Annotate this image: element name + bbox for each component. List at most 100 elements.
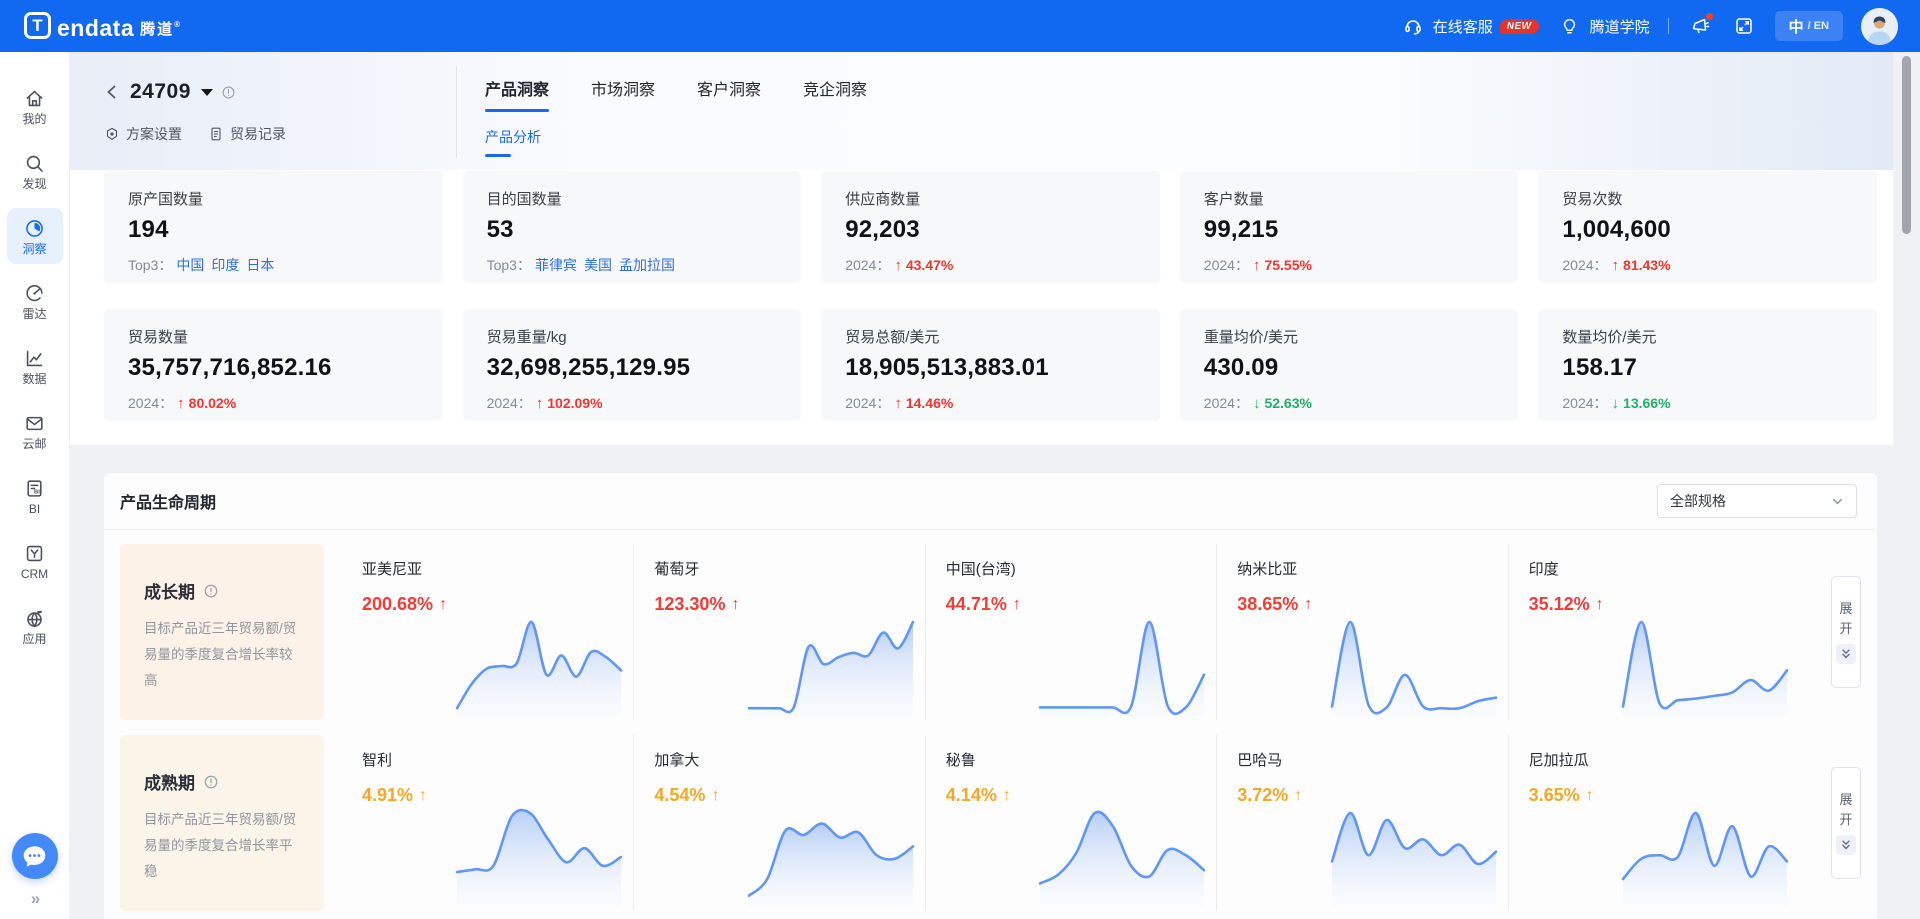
sidebar-item-bi[interactable]: BI BI: [7, 468, 63, 524]
lang-en: / EN: [1808, 20, 1829, 32]
lifecycle-country-card[interactable]: 加拿大 4.54% ↑: [633, 735, 924, 911]
top3-country-link[interactable]: 印度: [211, 255, 239, 275]
lifecycle-country-card[interactable]: 亚美尼亚 200.68% ↑: [342, 544, 633, 720]
tab-客户洞察[interactable]: 客户洞察: [697, 76, 761, 112]
stats-section: 原产国数量 194 Top3：中国印度日本 目的国数量 53 Top3：菲律宾美…: [70, 170, 1893, 445]
lifecycle-row-成熟期: 成熟期 目标产品近三年贸易额/贸易量的季度复合增长率平稳 智利 4.91% ↑ …: [120, 735, 1861, 911]
lifecycle-country-card[interactable]: 尼加拉瓜 3.65% ↑: [1508, 735, 1799, 911]
tab-产品洞察[interactable]: 产品洞察: [485, 76, 549, 112]
sidebar-item-insight[interactable]: 洞察: [7, 208, 63, 264]
growth-rate-value: 3.65%: [1529, 785, 1580, 806]
sidebar-item-apps[interactable]: 应用: [7, 598, 63, 654]
sparkline-chart: [1328, 791, 1500, 909]
stat-card: 贸易数量 35,757,716,852.16 2024：↑80.02%: [104, 309, 443, 421]
sidebar-item-label: 洞察: [22, 243, 46, 255]
stat-title: 重量均价/美元: [1204, 326, 1495, 347]
stat-value: 194: [128, 216, 419, 244]
top3-country-link[interactable]: 中国: [176, 255, 204, 275]
tab-竞企洞察[interactable]: 竞企洞察: [803, 76, 867, 112]
tab-label: 竞企洞察: [803, 82, 867, 99]
expand-button[interactable]: 展 开: [1831, 576, 1861, 688]
page-scrollbar-track[interactable]: [1893, 52, 1920, 919]
growth-rate-value: 38.65%: [1237, 594, 1298, 615]
stat-value: 35,757,716,852.16: [128, 354, 419, 382]
lifecycle-country-card[interactable]: 中国(台湾) 44.71% ↑: [925, 544, 1216, 720]
stage-info-icon[interactable]: [203, 774, 219, 790]
up-arrow-icon: ↑: [439, 596, 447, 614]
academy-link[interactable]: 腾道学院: [1557, 13, 1650, 39]
tendata-logo[interactable]: T endata 腾道®: [24, 12, 182, 40]
up-arrow-icon: ↑: [1013, 596, 1021, 614]
tab-市场洞察[interactable]: 市场洞察: [591, 76, 655, 112]
lifecycle-country-card[interactable]: 纳米比亚 38.65% ↑: [1216, 544, 1507, 720]
up-arrow-icon: ↑: [894, 257, 902, 274]
stage-info-icon[interactable]: [203, 583, 219, 599]
top3-country-link[interactable]: 菲律宾: [535, 255, 577, 275]
language-toggle[interactable]: 中 / EN: [1775, 11, 1843, 41]
stat-footer-label: 2024：: [845, 255, 890, 275]
tab-label: 产品洞察: [485, 82, 549, 99]
plan-settings-button[interactable]: 方案设置: [104, 124, 182, 144]
spec-filter-value: 全部规格: [1670, 491, 1726, 511]
country-name: 亚美尼亚: [362, 558, 633, 579]
announcements-icon[interactable]: [1687, 13, 1713, 39]
stage-name: 成熟期: [144, 769, 195, 794]
sidebar-item-cloudmail[interactable]: 云邮: [7, 403, 63, 459]
expand-button[interactable]: 展 开: [1831, 767, 1861, 879]
sidebar-item-radar[interactable]: 雷达: [7, 273, 63, 329]
chat-support-button[interactable]: [12, 833, 58, 879]
top-navbar: T endata 腾道® 在线客服 NEW 腾: [0, 0, 1920, 52]
sidebar-item-discover[interactable]: 发现: [7, 143, 63, 199]
lifecycle-country-card[interactable]: 智利 4.91% ↑: [342, 735, 633, 911]
lifecycle-country-card[interactable]: 秘鲁 4.14% ↑: [925, 735, 1216, 911]
stat-footer: 2024：↑43.47%: [845, 255, 1136, 275]
country-name: 加拿大: [654, 749, 924, 770]
stat-footer-label: Top3：: [487, 255, 531, 275]
trade-records-button[interactable]: 贸易记录: [208, 124, 286, 144]
country-name: 巴哈马: [1237, 749, 1507, 770]
lifecycle-country-card[interactable]: 巴哈马 3.72% ↑: [1216, 735, 1507, 911]
growth-rate-value: 4.14%: [946, 785, 997, 806]
sidebar-item-crm[interactable]: CRM: [7, 533, 63, 589]
growth-rate-value: 35.12%: [1529, 594, 1590, 615]
notification-dot: [1706, 13, 1713, 20]
lightbulb-icon: [1557, 13, 1583, 39]
expand-char-1: 展: [1839, 791, 1852, 808]
stage-description: 目标产品近三年贸易额/贸易量的季度复合增长率较高: [144, 616, 302, 694]
sidebar-item-home[interactable]: 我的: [7, 78, 63, 134]
plan-id[interactable]: 24709: [130, 80, 191, 104]
growth-rate-value: 3.72%: [1237, 785, 1288, 806]
sparkline-chart: [1619, 791, 1791, 909]
expand-char-2: 开: [1839, 811, 1852, 828]
user-avatar[interactable]: [1861, 8, 1898, 45]
stat-value: 1,004,600: [1562, 216, 1853, 244]
sidebar-item-data[interactable]: 数据: [7, 338, 63, 394]
yoy-delta-value: 75.55%: [1264, 257, 1311, 273]
top3-country-link[interactable]: 日本: [246, 255, 274, 275]
subtab-product-analysis[interactable]: 产品分析: [485, 127, 541, 147]
spec-filter-select[interactable]: 全部规格: [1657, 484, 1857, 518]
page-scrollbar-thumb[interactable]: [1902, 56, 1911, 234]
sidebar-collapse-button[interactable]: »: [31, 889, 38, 909]
stat-footer: Top3：菲律宾美国孟加拉国: [487, 255, 778, 275]
stat-title: 数量均价/美元: [1562, 326, 1853, 347]
growth-rate-value: 123.30%: [654, 594, 725, 615]
back-icon[interactable]: [104, 83, 122, 101]
plan-info-icon[interactable]: [221, 85, 236, 100]
top3-country-link[interactable]: 美国: [584, 255, 612, 275]
lifecycle-country-card[interactable]: 印度 35.12% ↑: [1508, 544, 1799, 720]
fullscreen-icon[interactable]: [1731, 13, 1757, 39]
top3-country-link[interactable]: 孟加拉国: [619, 255, 675, 275]
yoy-delta-value: 81.43%: [1623, 257, 1670, 273]
expand-char-2: 开: [1839, 620, 1852, 637]
plan-dropdown-caret[interactable]: [201, 89, 213, 96]
up-arrow-icon: ↑: [419, 787, 427, 805]
yoy-delta-value: 14.46%: [906, 395, 953, 411]
sidebar-item-label: 应用: [22, 633, 46, 645]
country-name: 中国(台湾): [946, 558, 1216, 579]
lifecycle-country-card[interactable]: 葡萄牙 123.30% ↑: [633, 544, 924, 720]
online-support-link[interactable]: 在线客服 NEW: [1400, 13, 1539, 39]
stat-footer-label: 2024：: [487, 393, 532, 413]
expand-slot: 展 开: [1799, 544, 1861, 720]
stat-footer: 2024：↑102.09%: [487, 393, 778, 413]
